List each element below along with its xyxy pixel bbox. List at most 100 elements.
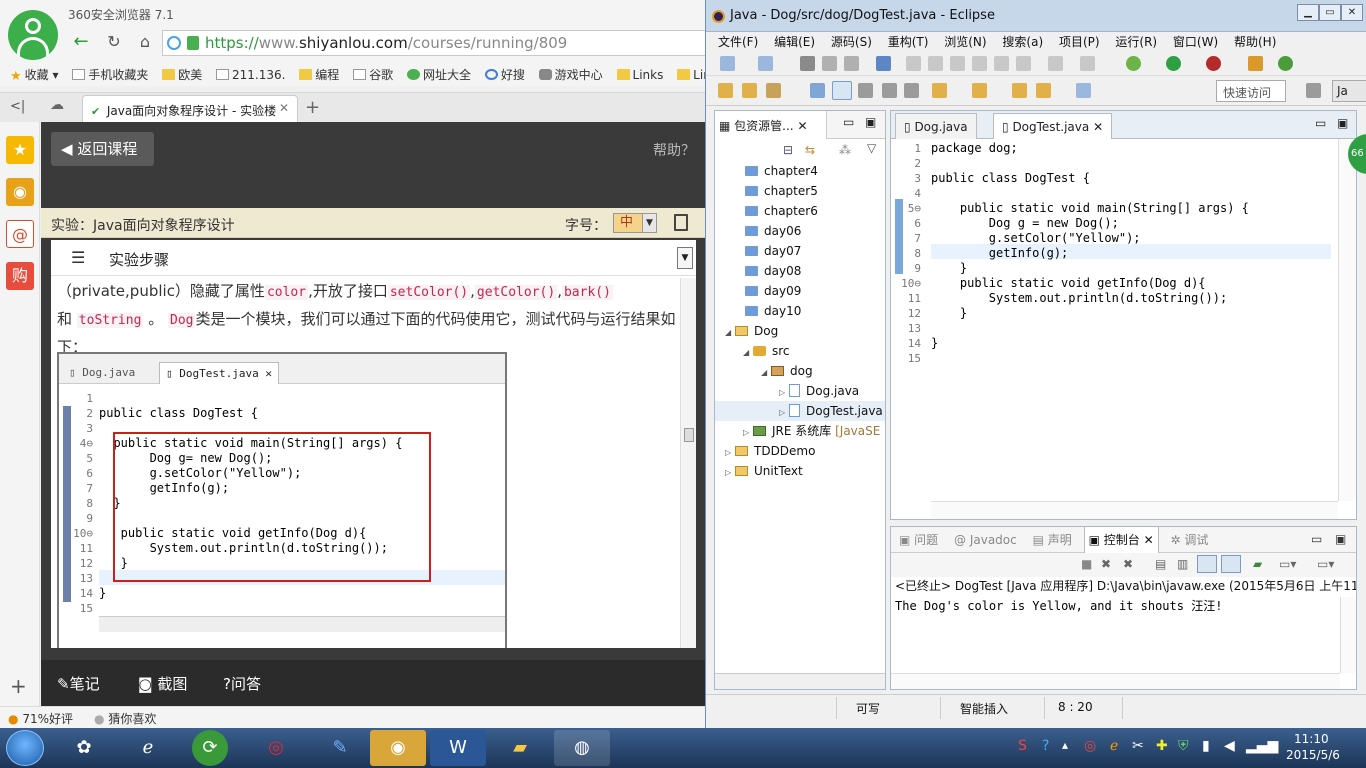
minimize-icon[interactable]: ▭ [1311,532,1322,546]
start-button-icon[interactable] [6,730,44,766]
ie-icon[interactable]: ℯ [120,730,176,766]
lock-icon[interactable] [187,36,199,50]
tab-package-explorer[interactable]: ▦ 包资源管... ✕ [715,111,827,139]
show-on-output-icon[interactable] [1197,555,1217,573]
maximize-icon[interactable]: ▭ [1319,4,1341,21]
guess-you-like[interactable]: ● 猜你喜欢 [94,710,156,727]
minimize-icon[interactable]: ▭ [843,115,854,129]
add-icon[interactable]: + [10,674,27,698]
qa-button[interactable]: ?问答 [223,673,261,694]
collapsed-arrow-icon[interactable]: ▷ [725,443,735,463]
collapsed-arrow-icon[interactable]: ▷ [779,403,789,423]
display-console-icon[interactable]: ▭▾ [1279,557,1296,571]
tray-netease-icon[interactable]: ◎ [1084,738,1096,754]
bookmark-item[interactable]: 编程 [299,64,339,86]
tree-item[interactable]: chapter5 [715,181,885,201]
weibo-icon[interactable]: ◉ [6,178,34,206]
console-vertical-scrollbar[interactable] [1340,597,1356,673]
menu-refactor[interactable]: 重构(T) [888,32,929,52]
tray-tool-icon[interactable]: ✂ [1132,738,1144,754]
tree-item-jre[interactable]: ▷ JRE 系统库 [JavaSE [715,421,885,441]
open-type-icon[interactable] [718,83,733,98]
rating-text[interactable]: ● 71%好评 [8,710,73,727]
bookmark-item[interactable]: 好搜 [484,64,525,86]
expanded-arrow-icon[interactable]: ◢ [743,343,753,363]
tray-battery-icon[interactable]: ▮ [1202,738,1210,754]
bookmark-item[interactable]: Link [677,64,705,86]
content-scrollbar[interactable] [680,278,696,648]
open-folder-icon[interactable] [742,83,757,98]
tree-item[interactable]: day07 [715,241,885,261]
console-horizontal-scrollbar[interactable] [891,673,1340,689]
reload-icon[interactable]: ↻ [103,32,125,52]
tree-item-package[interactable]: ◢ dog [715,361,885,381]
tray-help-icon[interactable]: ? [1042,738,1049,754]
collapsed-arrow-icon[interactable]: ▷ [725,463,735,483]
new-icon[interactable] [720,56,735,71]
show-on-error-icon[interactable] [1221,555,1241,573]
tab-debug[interactable]: ✲ 调试 [1166,527,1212,553]
link-editor-icon[interactable]: ⇆ [805,143,815,157]
menu-project[interactable]: 项目(P) [1059,32,1100,52]
collapsed-arrow-icon[interactable]: ▷ [779,383,789,403]
help-link[interactable]: 帮助？ [653,140,695,160]
menu-search[interactable]: 搜索(a) [1002,32,1043,52]
tray-plus-icon[interactable]: ✚ [1156,738,1168,754]
editor-vertical-scrollbar[interactable] [1338,139,1356,501]
view-menu-icon[interactable]: ▽ [867,141,876,155]
tree-item-file-selected[interactable]: ▷ DogTest.java [715,401,885,423]
tray-ie-icon[interactable]: ℯ [1110,738,1118,754]
star-icon[interactable]: ★ [6,136,34,164]
netease-music-icon[interactable]: ◎ [248,730,304,766]
bookmark-item[interactable]: 网址大全 [406,64,471,86]
back-to-course-button[interactable]: ◀ 返回课程 [51,132,154,166]
notes-button[interactable]: ✎笔记 [57,673,100,694]
tree-item[interactable]: ▷ TDDDemo [715,441,885,463]
quick-access-input[interactable]: 快速访问 [1216,80,1286,102]
save-all-icon[interactable] [822,56,837,71]
package-explorer-scrollbar[interactable] [715,673,885,689]
open-icon[interactable] [758,56,773,71]
collapse-all-icon[interactable]: ⊟ [783,143,793,157]
menu-run[interactable]: 运行(R) [1115,32,1157,52]
tree-item[interactable]: day09 [715,281,885,301]
clock-time[interactable]: 11:10 [1294,732,1329,746]
pilcrow-icon[interactable] [904,83,919,98]
drop-frame-icon[interactable] [1048,56,1063,71]
user-avatar-icon[interactable] [8,10,58,60]
tray-network-icon[interactable]: ▂▄▆ [1246,738,1278,754]
bookmark-item[interactable]: 欧美 [162,64,202,86]
close-icon[interactable]: ✕ [1093,120,1103,134]
back-arrow-icon[interactable]: ← [70,32,92,52]
tree-item-dog-project[interactable]: ◢ Dog [715,321,885,341]
scroll-thumb[interactable] [684,428,694,442]
tray-expand-icon[interactable]: ▴ [1062,738,1068,752]
next-annotation-icon[interactable] [932,83,947,98]
tree-item[interactable]: chapter6 [715,201,885,221]
tray-shield-icon[interactable]: ⛨ [1178,738,1189,754]
tray-volume-icon[interactable]: ◀ [1224,738,1235,754]
document-icon[interactable] [674,214,688,231]
tree-item[interactable]: day06 [715,221,885,241]
new-java-project-icon[interactable] [1248,56,1263,71]
sidebar-toggle-icon[interactable]: <| [10,99,25,114]
menu-navigate[interactable]: 浏览(N) [944,32,986,52]
360-browser-icon[interactable]: ⟳ [192,730,228,766]
run-icon[interactable] [1166,56,1181,71]
open-console-icon[interactable]: ▭▾ [1317,557,1334,571]
clear-console-icon[interactable]: ▤ [1155,557,1166,571]
tree-item[interactable]: day08 [715,261,885,281]
java-perspective-button[interactable]: Ja [1332,80,1366,102]
new-tab-icon[interactable]: + [305,97,320,118]
tray-sogou-icon[interactable]: S [1018,738,1027,754]
terminate-icon[interactable] [950,56,965,71]
forward-nav-icon[interactable] [1076,83,1091,98]
link-icon[interactable] [876,56,891,71]
scroll-lock-icon[interactable]: ▥ [1177,557,1188,571]
console-output[interactable]: The Dog's color is Yellow, and it shouts… [895,597,1222,614]
block-selection-icon[interactable] [858,83,873,98]
home-icon[interactable]: ⌂ [134,32,156,52]
game-app-icon[interactable]: ◉ [370,730,426,766]
menu-window[interactable]: 窗口(W) [1173,32,1218,52]
terminate-icon[interactable]: ■ [1081,557,1092,571]
